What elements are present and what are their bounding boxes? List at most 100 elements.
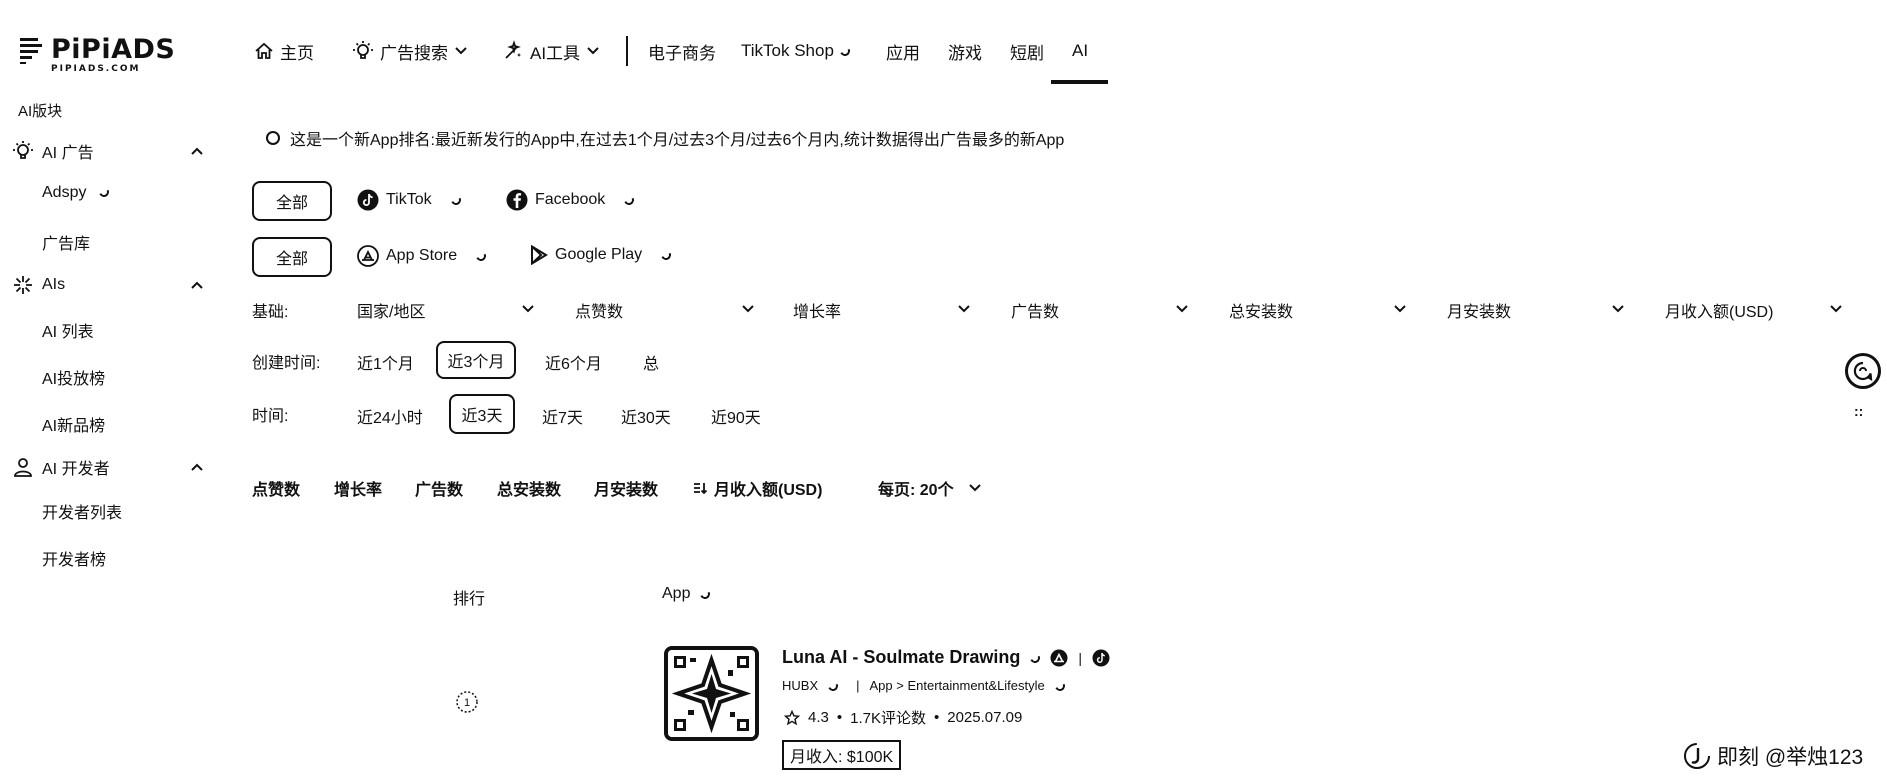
sidebar-item-label: AI 列表 <box>42 324 94 341</box>
sidebar-item-ai-list[interactable]: AI 列表 <box>42 318 94 342</box>
watermark: 即刻 @举烛123 <box>1683 741 1863 771</box>
filter-monthly-installs[interactable]: 月安装数 <box>1447 298 1511 322</box>
filter-ad-count[interactable]: 广告数 <box>1011 298 1059 322</box>
sparkle-icon <box>14 276 32 294</box>
time-3d[interactable]: 近3天 <box>449 394 515 434</box>
nav-apps[interactable]: 应用 <box>886 38 920 64</box>
nav-ad-search-label: 广告搜索 <box>380 43 448 63</box>
chevron-down-icon[interactable] <box>521 304 535 314</box>
loading-icon <box>474 249 488 263</box>
facebook-icon <box>506 189 528 211</box>
time-24h[interactable]: 近24小时 <box>357 404 423 428</box>
time-30d[interactable]: 近30天 <box>621 404 671 428</box>
chevron-down-icon[interactable] <box>741 304 755 314</box>
sidebar-group-ai-ads[interactable]: AI 广告 <box>12 139 203 163</box>
sidebar-item-ai-ad-rank[interactable]: AI投放榜 <box>42 365 105 389</box>
nav-short-drama-label: 短剧 <box>1010 43 1044 63</box>
store-all-button[interactable]: 全部 <box>252 237 332 277</box>
chevron-down-icon[interactable] <box>1829 304 1843 314</box>
sidebar-group-ais[interactable]: AIs <box>12 274 203 296</box>
time-7d[interactable]: 近7天 <box>542 404 583 428</box>
loading-icon <box>699 587 712 601</box>
table-header-rank: 排行 <box>453 591 486 608</box>
chevron-down-icon <box>455 47 467 55</box>
app-name[interactable]: Luna AI - Soulmate Drawing <box>782 647 1020 668</box>
table-header-app-label: App <box>662 585 691 602</box>
nav-ai[interactable]: AI <box>1072 38 1088 64</box>
app-reviews: 1.7K评论数 <box>850 710 926 727</box>
sidebar-item-adspy[interactable]: Adspy <box>42 184 111 202</box>
logo[interactable]: PiPiADS PIPIADS.COM <box>20 36 175 74</box>
description-text: 这是一个新App排名:最近新发行的App中,在过去1个月/过去3个月/过去6个月… <box>290 132 1065 149</box>
sort-monthly-installs[interactable]: 月安装数 <box>594 476 658 500</box>
nav-games[interactable]: 游戏 <box>948 38 982 64</box>
sidebar-item-ai-new-rank[interactable]: AI新品榜 <box>42 412 105 436</box>
platform-tiktok-option[interactable]: TikTok <box>357 189 463 211</box>
store-app-store-option[interactable]: App Store <box>357 245 488 267</box>
sort-monthly-revenue[interactable]: 月收入额(USD) <box>692 476 822 500</box>
sidebar-group-ai-developers[interactable]: AI 开发者 <box>12 455 203 479</box>
created-time-total[interactable]: 总 <box>643 350 659 374</box>
filter-label: 增长率 <box>793 304 842 321</box>
chevron-down-icon[interactable] <box>1175 304 1189 314</box>
app-icon[interactable] <box>664 646 759 741</box>
store-google-play-option[interactable]: Google Play <box>530 245 673 265</box>
app-monthly-income-badge: 月收入: $100K <box>782 740 902 770</box>
person-icon <box>14 458 32 477</box>
app-store-icon <box>357 245 379 267</box>
nav-home-label: 主页 <box>280 43 314 63</box>
created-time-6m[interactable]: 近6个月 <box>545 350 602 374</box>
dot-separator: • <box>933 709 940 726</box>
filter-label: 广告数 <box>1011 304 1060 321</box>
sort-likes[interactable]: 点赞数 <box>252 476 300 500</box>
store-app-store-label: App Store <box>386 247 458 264</box>
sidebar-item-developer-rank[interactable]: 开发者榜 <box>42 546 106 570</box>
bulb-icon <box>13 141 33 159</box>
loading-icon <box>449 193 463 207</box>
loading-icon <box>659 248 673 262</box>
filter-monthly-revenue[interactable]: 月收入额(USD) <box>1665 298 1773 322</box>
radio-icon[interactable] <box>266 131 280 145</box>
filter-country[interactable]: 国家/地区 <box>357 298 425 322</box>
platform-all-button[interactable]: 全部 <box>252 181 332 221</box>
app-store-icon[interactable] <box>1050 649 1068 667</box>
created-time-label: 创建时间: <box>252 355 321 372</box>
sort-ads[interactable]: 广告数 <box>415 476 463 500</box>
sort-growth[interactable]: 增长率 <box>334 476 382 500</box>
store-google-play-label: Google Play <box>555 246 643 263</box>
sidebar-item-ad-library[interactable]: 广告库 <box>42 230 90 254</box>
logo-text: PiPiADS <box>51 34 176 65</box>
nav-home[interactable]: 主页 <box>254 38 314 64</box>
table-header-app[interactable]: App <box>662 585 712 603</box>
nav-ad-search[interactable]: 广告搜索 <box>352 38 468 64</box>
chevron-down-icon[interactable] <box>1611 304 1625 314</box>
platform-facebook-option[interactable]: Facebook <box>506 189 636 211</box>
filter-total-installs[interactable]: 总安装数 <box>1229 298 1293 322</box>
filter-growth-rate[interactable]: 增长率 <box>793 298 841 322</box>
tiktok-icon[interactable] <box>1092 649 1110 667</box>
chevron-up-icon[interactable] <box>190 280 204 290</box>
sort-total-installs[interactable]: 总安装数 <box>497 476 561 500</box>
app-title-row: Luna AI - Soulmate Drawing | <box>782 647 1110 668</box>
chat-button[interactable] <box>1845 353 1881 389</box>
per-page-select[interactable]: 每页: 20个 <box>878 476 982 500</box>
drag-handle-icon[interactable]: :: <box>1854 403 1863 419</box>
chevron-down-icon <box>968 484 981 492</box>
app-developer[interactable]: HUBX <box>782 678 818 693</box>
jike-logo-icon <box>1684 743 1710 769</box>
created-time-1m[interactable]: 近1个月 <box>357 350 414 374</box>
time-90d[interactable]: 近90天 <box>711 404 761 428</box>
chevron-down-icon[interactable] <box>957 304 971 314</box>
per-page-label: 每页: 20个 <box>878 482 954 499</box>
nav-ecommerce[interactable]: 电子商务 <box>648 38 716 64</box>
chevron-up-icon[interactable] <box>190 146 204 156</box>
sidebar-item-developer-list[interactable]: 开发者列表 <box>42 499 122 523</box>
created-time-3m[interactable]: 近3个月 <box>436 341 516 379</box>
nav-tiktok-shop[interactable]: TikTok Shop <box>741 38 852 64</box>
nav-short-drama[interactable]: 短剧 <box>1010 38 1044 64</box>
nav-ai-tools[interactable]: AI工具 <box>502 38 600 64</box>
sidebar-section-title: AI版块 <box>18 103 63 120</box>
chevron-down-icon[interactable] <box>1393 304 1407 314</box>
chevron-up-icon[interactable] <box>190 462 204 472</box>
filter-likes[interactable]: 点赞数 <box>575 298 623 322</box>
